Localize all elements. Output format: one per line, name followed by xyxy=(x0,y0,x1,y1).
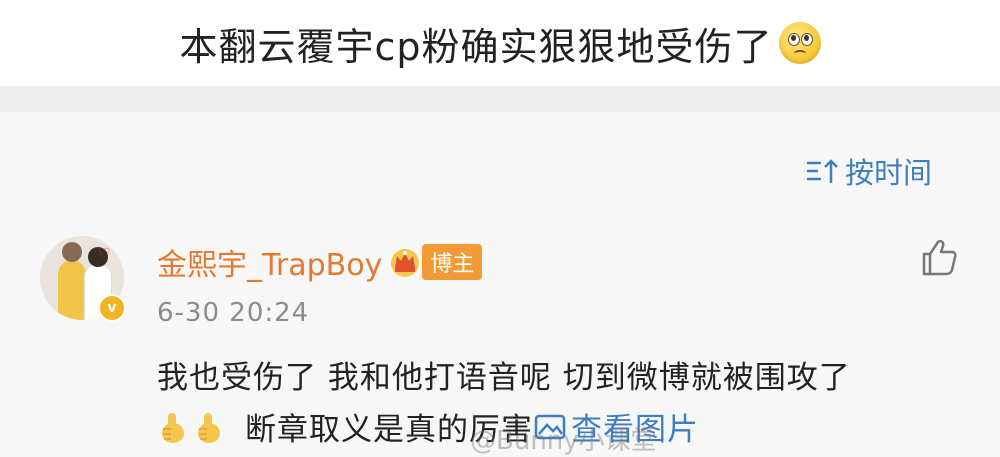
crown-icon xyxy=(391,249,420,277)
thumbs-up-emoji-icon xyxy=(162,412,184,443)
poster-badge: 博主 xyxy=(422,244,483,280)
heart-icon: ♡ xyxy=(98,246,111,262)
section-divider xyxy=(0,86,1000,112)
watermark: @Bunny小课堂 xyxy=(470,426,657,456)
verified-badge-icon: v xyxy=(98,294,126,322)
sort-by-time-button[interactable]: 按时间 xyxy=(805,150,932,192)
comment-text-line1: 我也受伤了 我和他打语音呢 切到微博就被围攻了 xyxy=(157,360,851,396)
sort-icon xyxy=(806,159,838,183)
comment-author-row: 金熙宇_TrapBoy 博主 xyxy=(157,240,483,284)
sad-face-emoji-icon xyxy=(778,22,821,64)
like-thumb-icon[interactable] xyxy=(918,236,960,278)
post-title: 本翻云覆宇cp粉确实狠狠地受伤了 xyxy=(179,16,821,71)
comment-timestamp: 6-30 20:24 xyxy=(157,298,310,328)
sort-label: 按时间 xyxy=(844,156,932,190)
post-title-bar: 本翻云覆宇cp粉确实狠狠地受伤了 xyxy=(0,0,1000,86)
thumbs-up-emoji-icon-2 xyxy=(198,412,220,443)
author-name[interactable]: 金熙宇_TrapBoy xyxy=(157,240,382,284)
post-title-text: 本翻云覆宇cp粉确实狠狠地受伤了 xyxy=(179,24,773,69)
